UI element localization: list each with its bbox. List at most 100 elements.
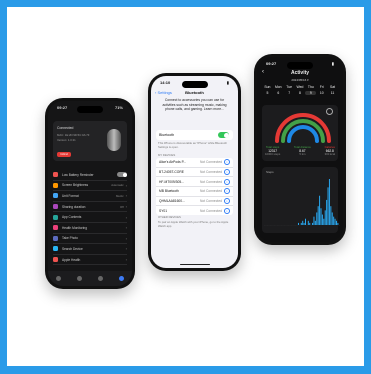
settings-row[interactable]: App Contents › <box>53 212 127 223</box>
steps-bar <box>292 225 294 226</box>
dynamic-island <box>77 106 103 113</box>
steps-bar <box>330 206 332 225</box>
setting-label: Unit Format <box>62 193 79 198</box>
bluetooth-toggle[interactable] <box>218 132 229 138</box>
device-name: HF-MT009/305... <box>159 179 184 184</box>
device-row[interactable]: Alice's AirPods P... Not Connected i <box>156 158 233 168</box>
tab-item-icon[interactable] <box>77 276 82 281</box>
steps-bar <box>306 225 308 226</box>
weekday-label: Sat <box>330 85 336 89</box>
device-status: Not Connected <box>200 170 222 175</box>
steps-bar <box>323 218 325 225</box>
steps-bar <box>310 225 312 226</box>
my-devices-list: Alice's AirPods P... Not Connected i BT-240… <box>156 158 233 216</box>
steps-bar <box>314 220 316 225</box>
setting-label: Apple Health <box>62 257 81 262</box>
day-cell[interactable]: 9 <box>305 91 317 95</box>
day-cell[interactable]: 7 <box>284 91 295 95</box>
device-row[interactable]: HF-MT009/305... Not Connected i <box>156 177 233 188</box>
steps-bar <box>290 225 292 226</box>
device-row[interactable]: BT-2405T-CORE Not Connected i <box>156 168 233 178</box>
info-icon[interactable]: i <box>224 207 230 214</box>
info-icon[interactable]: i <box>224 178 230 185</box>
settings-row[interactable]: Sharing duration Off › <box>53 202 127 213</box>
settings-row[interactable]: Health Monitoring › <box>53 223 127 234</box>
steps-bar <box>313 216 315 225</box>
setting-icon <box>53 246 58 252</box>
info-icon[interactable]: i <box>224 169 230 176</box>
setting-toggle[interactable] <box>117 172 127 178</box>
date-picker[interactable]: 2024/05/16 ▾ <box>257 78 343 82</box>
dynamic-island <box>287 62 313 69</box>
setting-value: Automatic <box>111 183 124 188</box>
setting-icon <box>53 193 58 199</box>
settings-list: Low Battery Reminder Screen Brightness Aut… <box>53 170 127 266</box>
steps-bar <box>289 225 291 226</box>
setting-label: App Contents <box>62 215 82 220</box>
steps-bar <box>302 220 304 225</box>
setting-label: Sharing duration <box>62 204 86 209</box>
steps-bar <box>269 225 271 226</box>
info-icon[interactable]: i <box>224 159 230 166</box>
phone-bluetooth: 14:10 ▮ ‹ Settings Bluetooth Connect to … <box>148 73 241 271</box>
steps-bar <box>272 225 274 226</box>
battery-level: 71% <box>114 105 123 110</box>
steps-bar <box>319 195 321 225</box>
other-devices-header: OTHER DEVICES <box>158 215 181 219</box>
steps-bar <box>276 225 278 226</box>
day-cell[interactable]: 6 <box>273 91 284 95</box>
steps-bar <box>282 225 284 226</box>
setting-label: Take Photo <box>62 236 78 241</box>
steps-bar <box>335 220 337 225</box>
dynamic-island <box>181 81 208 88</box>
settings-row[interactable]: Apple Health › <box>53 255 127 266</box>
phone-device-settings: 09:27 71% Connected MAC: 1E:2D:9D:5C:0A:… <box>45 98 135 289</box>
steps-bar <box>278 225 280 226</box>
settings-row[interactable]: Low Battery Reminder <box>53 170 127 181</box>
tab-item-icon[interactable] <box>98 276 103 281</box>
steps-bar <box>268 225 270 226</box>
steps-bar <box>317 206 319 225</box>
chevron-right-icon: › <box>125 235 127 241</box>
battery-icon: ▮ <box>226 80 229 85</box>
steps-bar-chart <box>264 179 340 226</box>
chevron-right-icon: › <box>125 214 127 220</box>
day-cell[interactable]: 5 <box>262 91 273 95</box>
device-row[interactable]: QHMLAA81600... Not Connected i <box>156 197 233 207</box>
day-cell[interactable]: 10 <box>316 91 327 95</box>
settings-row[interactable]: Unit Format Metric › <box>53 191 127 202</box>
info-icon[interactable]: i <box>224 198 230 205</box>
activity-ring <box>287 125 319 143</box>
steps-bar <box>293 225 295 226</box>
steps-bar <box>274 225 276 226</box>
steps-bar <box>328 179 330 225</box>
device-row[interactable]: MB Bluetooth Not Connected i <box>156 187 233 197</box>
setting-icon <box>53 257 58 263</box>
settings-row[interactable]: Search Device › <box>53 244 127 255</box>
info-icon[interactable]: i <box>224 188 230 195</box>
steps-bar <box>338 225 340 226</box>
day-cell[interactable]: 8 <box>295 91 306 95</box>
steps-bar <box>299 225 301 226</box>
setting-icon <box>53 214 58 220</box>
settings-row[interactable]: Take Photo › <box>53 234 127 245</box>
tab-item-icon[interactable] <box>119 276 124 281</box>
activity-rings-card: Total steps 12317 10000 steps Total distanc… <box>262 105 338 161</box>
weekday-label: Mon <box>274 85 282 89</box>
home-indicator <box>179 263 210 265</box>
stat-target: 10000 steps <box>265 152 281 157</box>
settings-row[interactable]: Screen Brightness Automatic › <box>53 181 127 192</box>
steps-bar <box>281 225 283 226</box>
steps-bar <box>275 225 277 226</box>
steps-bar <box>324 210 326 225</box>
device-row[interactable]: SY01 Not Connected i <box>156 206 233 215</box>
unbind-button[interactable]: Unbind <box>57 152 71 157</box>
my-devices-header: MY DEVICES <box>158 153 176 157</box>
day-cell[interactable]: 11 <box>327 91 338 95</box>
weekday-label: Tue <box>286 85 292 89</box>
device-card[interactable]: Connected MAC: 1E:2D:9D:5C:0A:7F Version… <box>53 121 127 161</box>
chevron-right-icon: › <box>125 182 127 188</box>
settings-icon[interactable] <box>326 108 333 115</box>
device-name: Alice's AirPods P... <box>159 160 187 165</box>
tab-item-icon[interactable] <box>56 276 61 281</box>
